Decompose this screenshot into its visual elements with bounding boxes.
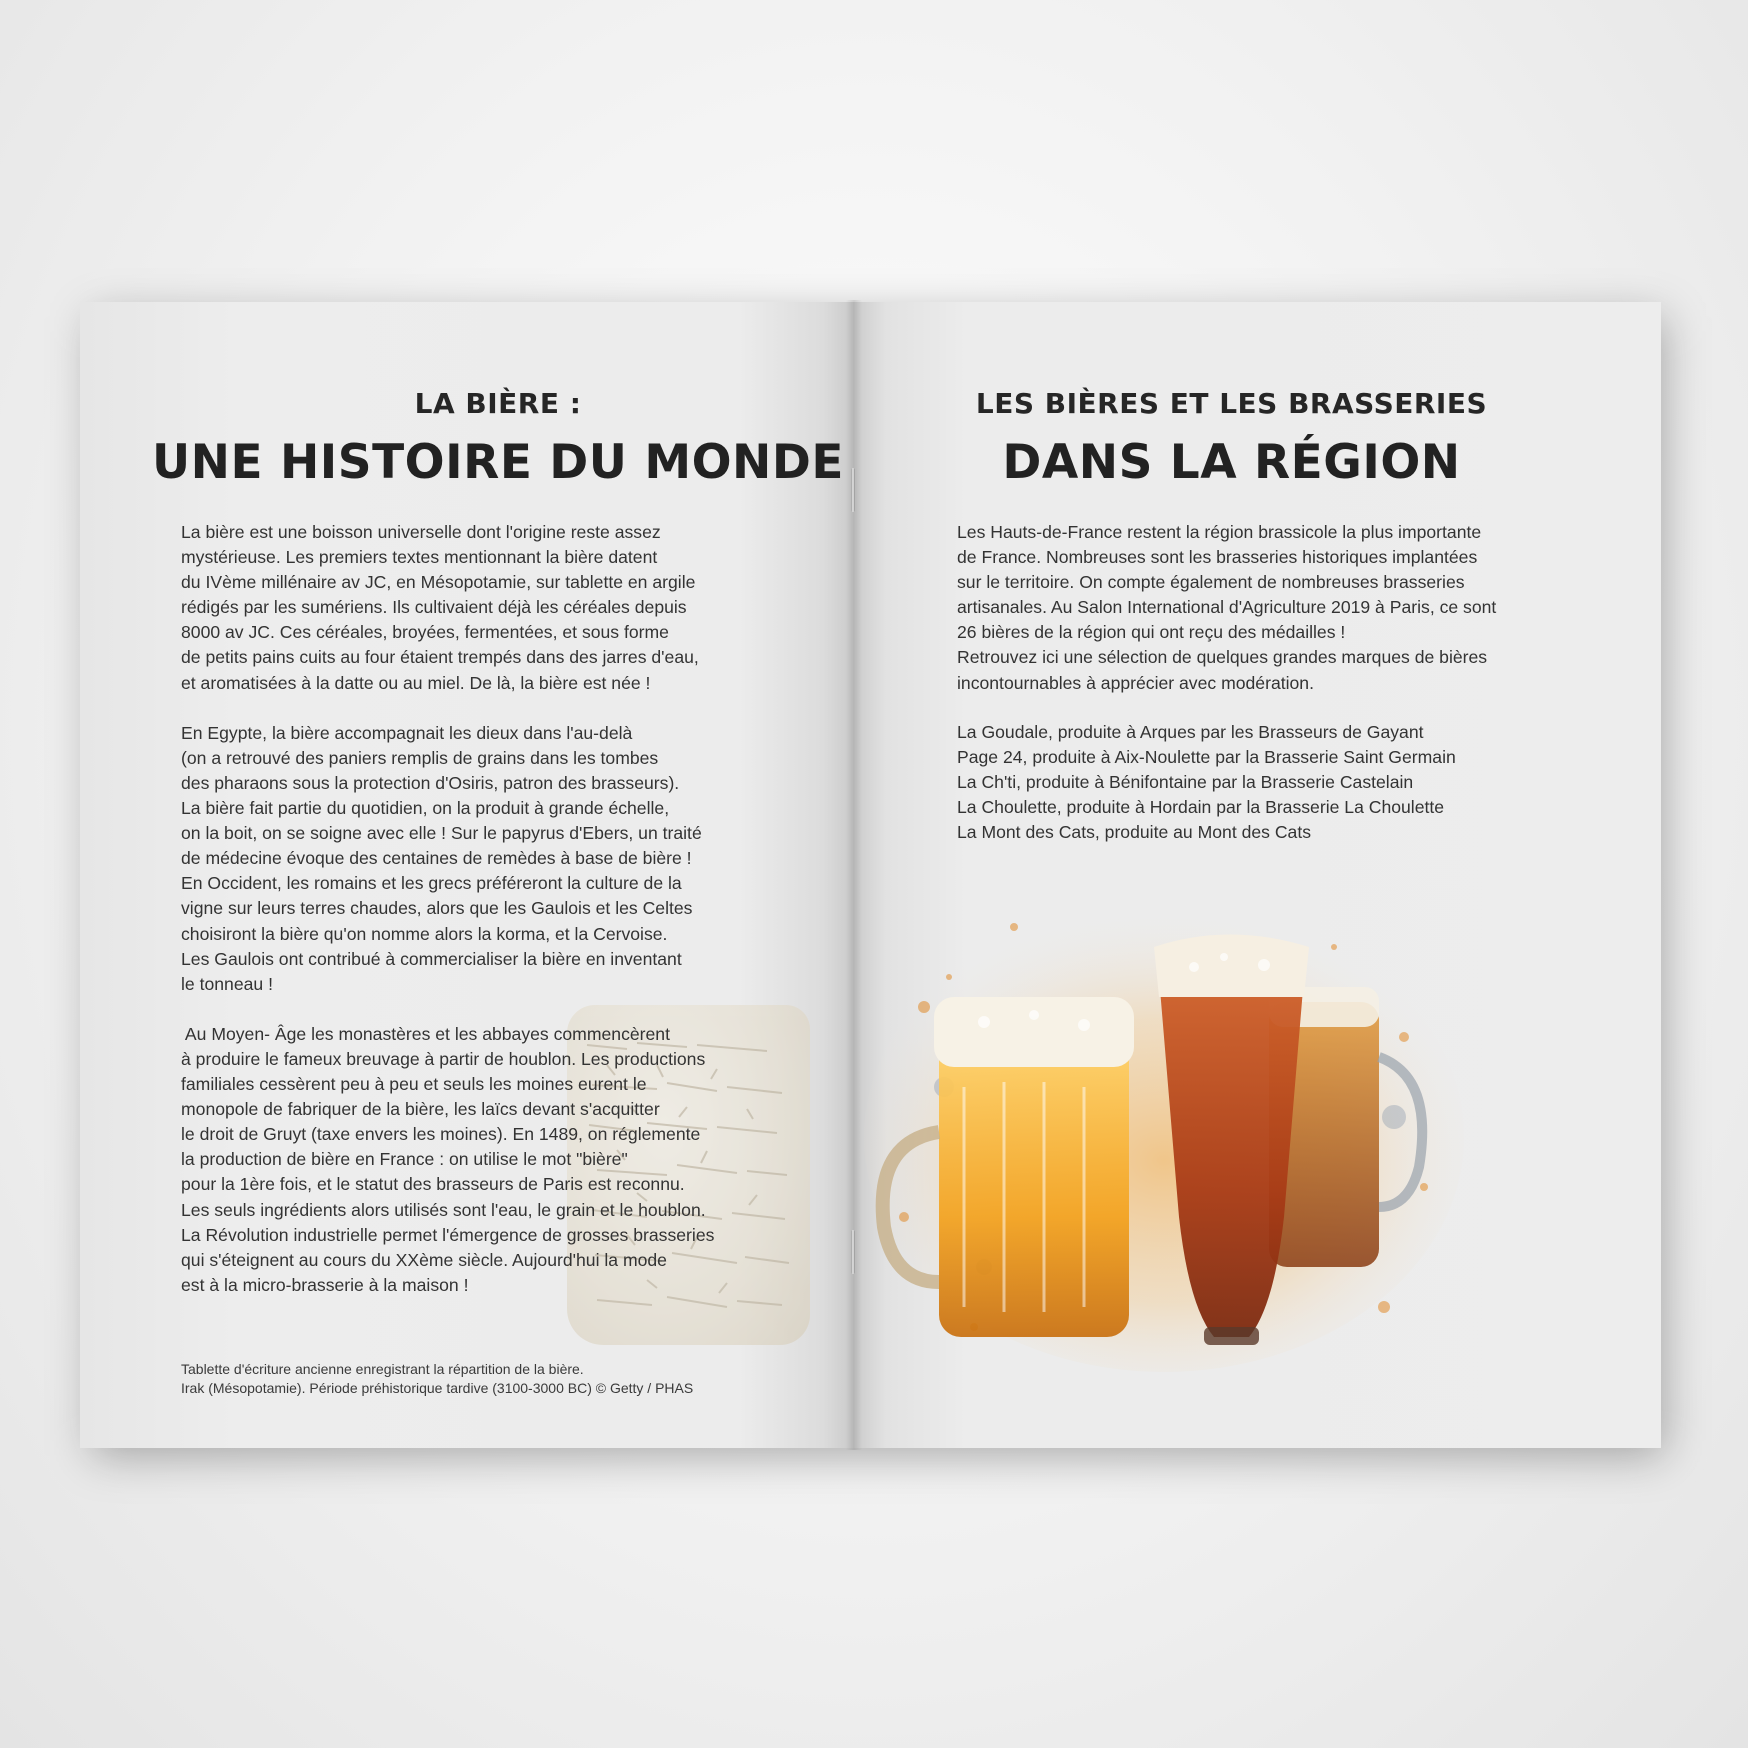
left-title-big: UNE HISTOIRE DU MONDE: [151, 435, 845, 490]
beer-list-item: La Goudale, produite à Arques par les Br…: [957, 722, 1424, 742]
beer-list-item: La Mont des Cats, produite au Mont des C…: [957, 822, 1312, 843]
beer-list-item: La Choulette, produite à Hordain par la …: [957, 797, 1445, 818]
beer-list-item: Page 24, produite à Aix-Noulette par la …: [957, 747, 1456, 768]
right-title-small: LES BIÈRES ET LES BRASSERIES: [975, 387, 1488, 420]
left-body-text: La bière est une boisson universelle don…: [181, 522, 715, 1295]
watercolor-beer-glasses-illustration: [864, 902, 1464, 1372]
beer-list: La Goudale, produite à Arques par les Br…: [957, 720, 1456, 845]
left-page: LA BIÈRE : UNE HISTOIRE DU MONDE La bièr…: [80, 302, 854, 1448]
right-page: LES BIÈRES ET LES BRASSERIES DANS LA RÉG…: [854, 302, 1661, 1448]
right-body-text: Les Hauts-de-France restent la région br…: [957, 522, 1497, 693]
left-title-small: LA BIÈRE :: [414, 387, 582, 420]
beer-list-item: La Ch'ti, produite à Bénifontaine par la…: [957, 772, 1414, 793]
image-caption: Tablette d'écriture ancienne enregistran…: [181, 1361, 694, 1396]
staple-top: [851, 468, 855, 512]
staple-bottom: [851, 1230, 855, 1274]
right-title-big: DANS LA RÉGION: [1002, 435, 1461, 490]
